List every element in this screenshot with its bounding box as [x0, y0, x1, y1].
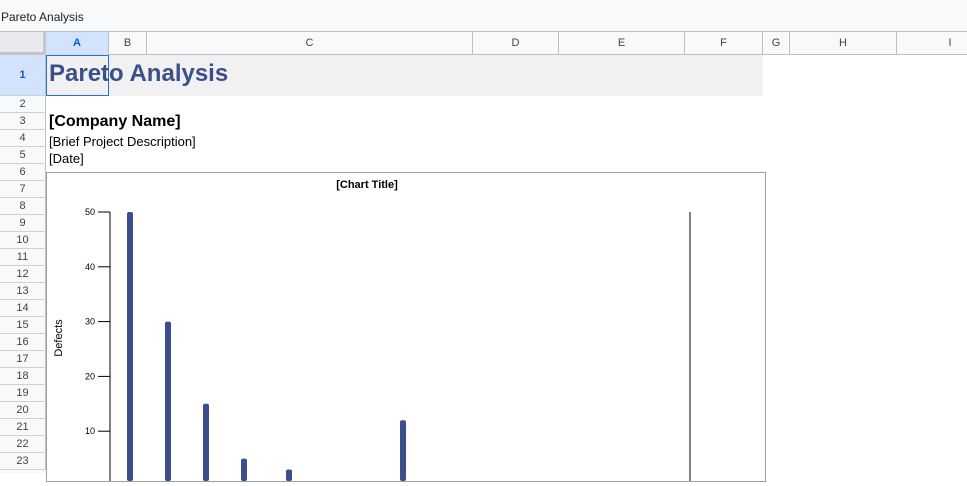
sheet-title: Pareto Analysis — [49, 60, 229, 87]
row-header-19[interactable]: 19 — [0, 385, 46, 402]
column-header-f[interactable]: F — [685, 32, 763, 55]
row-header-17[interactable]: 17 — [0, 351, 46, 368]
chart-svg: [Chart Title] Defects 10 20 30 40 50 — [53, 179, 691, 481]
row-header-20[interactable]: 20 — [0, 402, 46, 419]
column-header-b[interactable]: B — [109, 32, 147, 55]
column-header-d[interactable]: D — [473, 32, 559, 55]
row-header-14[interactable]: 14 — [0, 300, 46, 317]
row-header-12[interactable]: 12 — [0, 266, 46, 283]
chart-bar-1 — [127, 212, 133, 481]
row-header-column: 1 2 3 4 5 6 7 8 9 10 11 12 13 14 15 16 17 18 19 20 21 22 23 — [0, 55, 46, 474]
chart-bar-5 — [286, 469, 292, 481]
row-header-3[interactable]: 3 — [0, 113, 46, 130]
column-header-bar: A B C D E F G H I — [0, 31, 967, 55]
window-title: Pareto Analysis — [1, 10, 84, 24]
column-header-c[interactable]: C — [147, 32, 473, 55]
column-header-e[interactable]: E — [559, 32, 685, 55]
row-header-15[interactable]: 15 — [0, 317, 46, 334]
row-header-11[interactable]: 11 — [0, 249, 46, 266]
chart-bar-7 — [400, 420, 406, 481]
y-tick-label-50: 50 — [85, 207, 95, 217]
row-header-6[interactable]: 6 — [0, 164, 46, 181]
y-axis-label: Defects — [53, 319, 65, 357]
y-tick-label-20: 20 — [85, 371, 95, 381]
chart-bar-2 — [165, 321, 171, 481]
column-header-g[interactable]: G — [763, 32, 790, 55]
row-header-8[interactable]: 8 — [0, 198, 46, 215]
row-header-4[interactable]: 4 — [0, 130, 46, 147]
row-header-13[interactable]: 13 — [0, 283, 46, 300]
row-header-9[interactable]: 9 — [0, 215, 46, 232]
column-header-a[interactable]: A — [46, 32, 109, 55]
project-description[interactable]: [Brief Project Description] — [49, 134, 196, 149]
window-titlebar: Pareto Analysis — [0, 0, 967, 31]
row-header-7[interactable]: 7 — [0, 181, 46, 198]
chart-bar-4 — [241, 458, 247, 481]
pareto-chart[interactable]: [Chart Title] Defects 10 20 30 40 50 — [46, 172, 766, 482]
chart-title: [Chart Title] — [336, 179, 398, 191]
row-header-5[interactable]: 5 — [0, 147, 46, 164]
row-header-2[interactable]: 2 — [0, 96, 46, 113]
y-tick-label-30: 30 — [85, 317, 95, 327]
row-header-1[interactable]: 1 — [0, 55, 46, 96]
row-header-18[interactable]: 18 — [0, 368, 46, 385]
company-name[interactable]: [Company Name] — [49, 113, 181, 131]
column-header-i[interactable]: I — [897, 32, 967, 55]
y-tick-label-40: 40 — [85, 262, 95, 272]
date-field[interactable]: [Date] — [49, 151, 84, 166]
row-header-23[interactable]: 23 — [0, 453, 46, 470]
y-tick-label-10: 10 — [85, 426, 95, 436]
row-header-16[interactable]: 16 — [0, 334, 46, 351]
chart-bar-3 — [203, 403, 209, 481]
column-header-h[interactable]: H — [790, 32, 897, 55]
row-header-21[interactable]: 21 — [0, 419, 46, 436]
row-header-10[interactable]: 10 — [0, 232, 46, 249]
row-header-22[interactable]: 22 — [0, 436, 46, 453]
select-all-corner[interactable] — [0, 32, 46, 55]
